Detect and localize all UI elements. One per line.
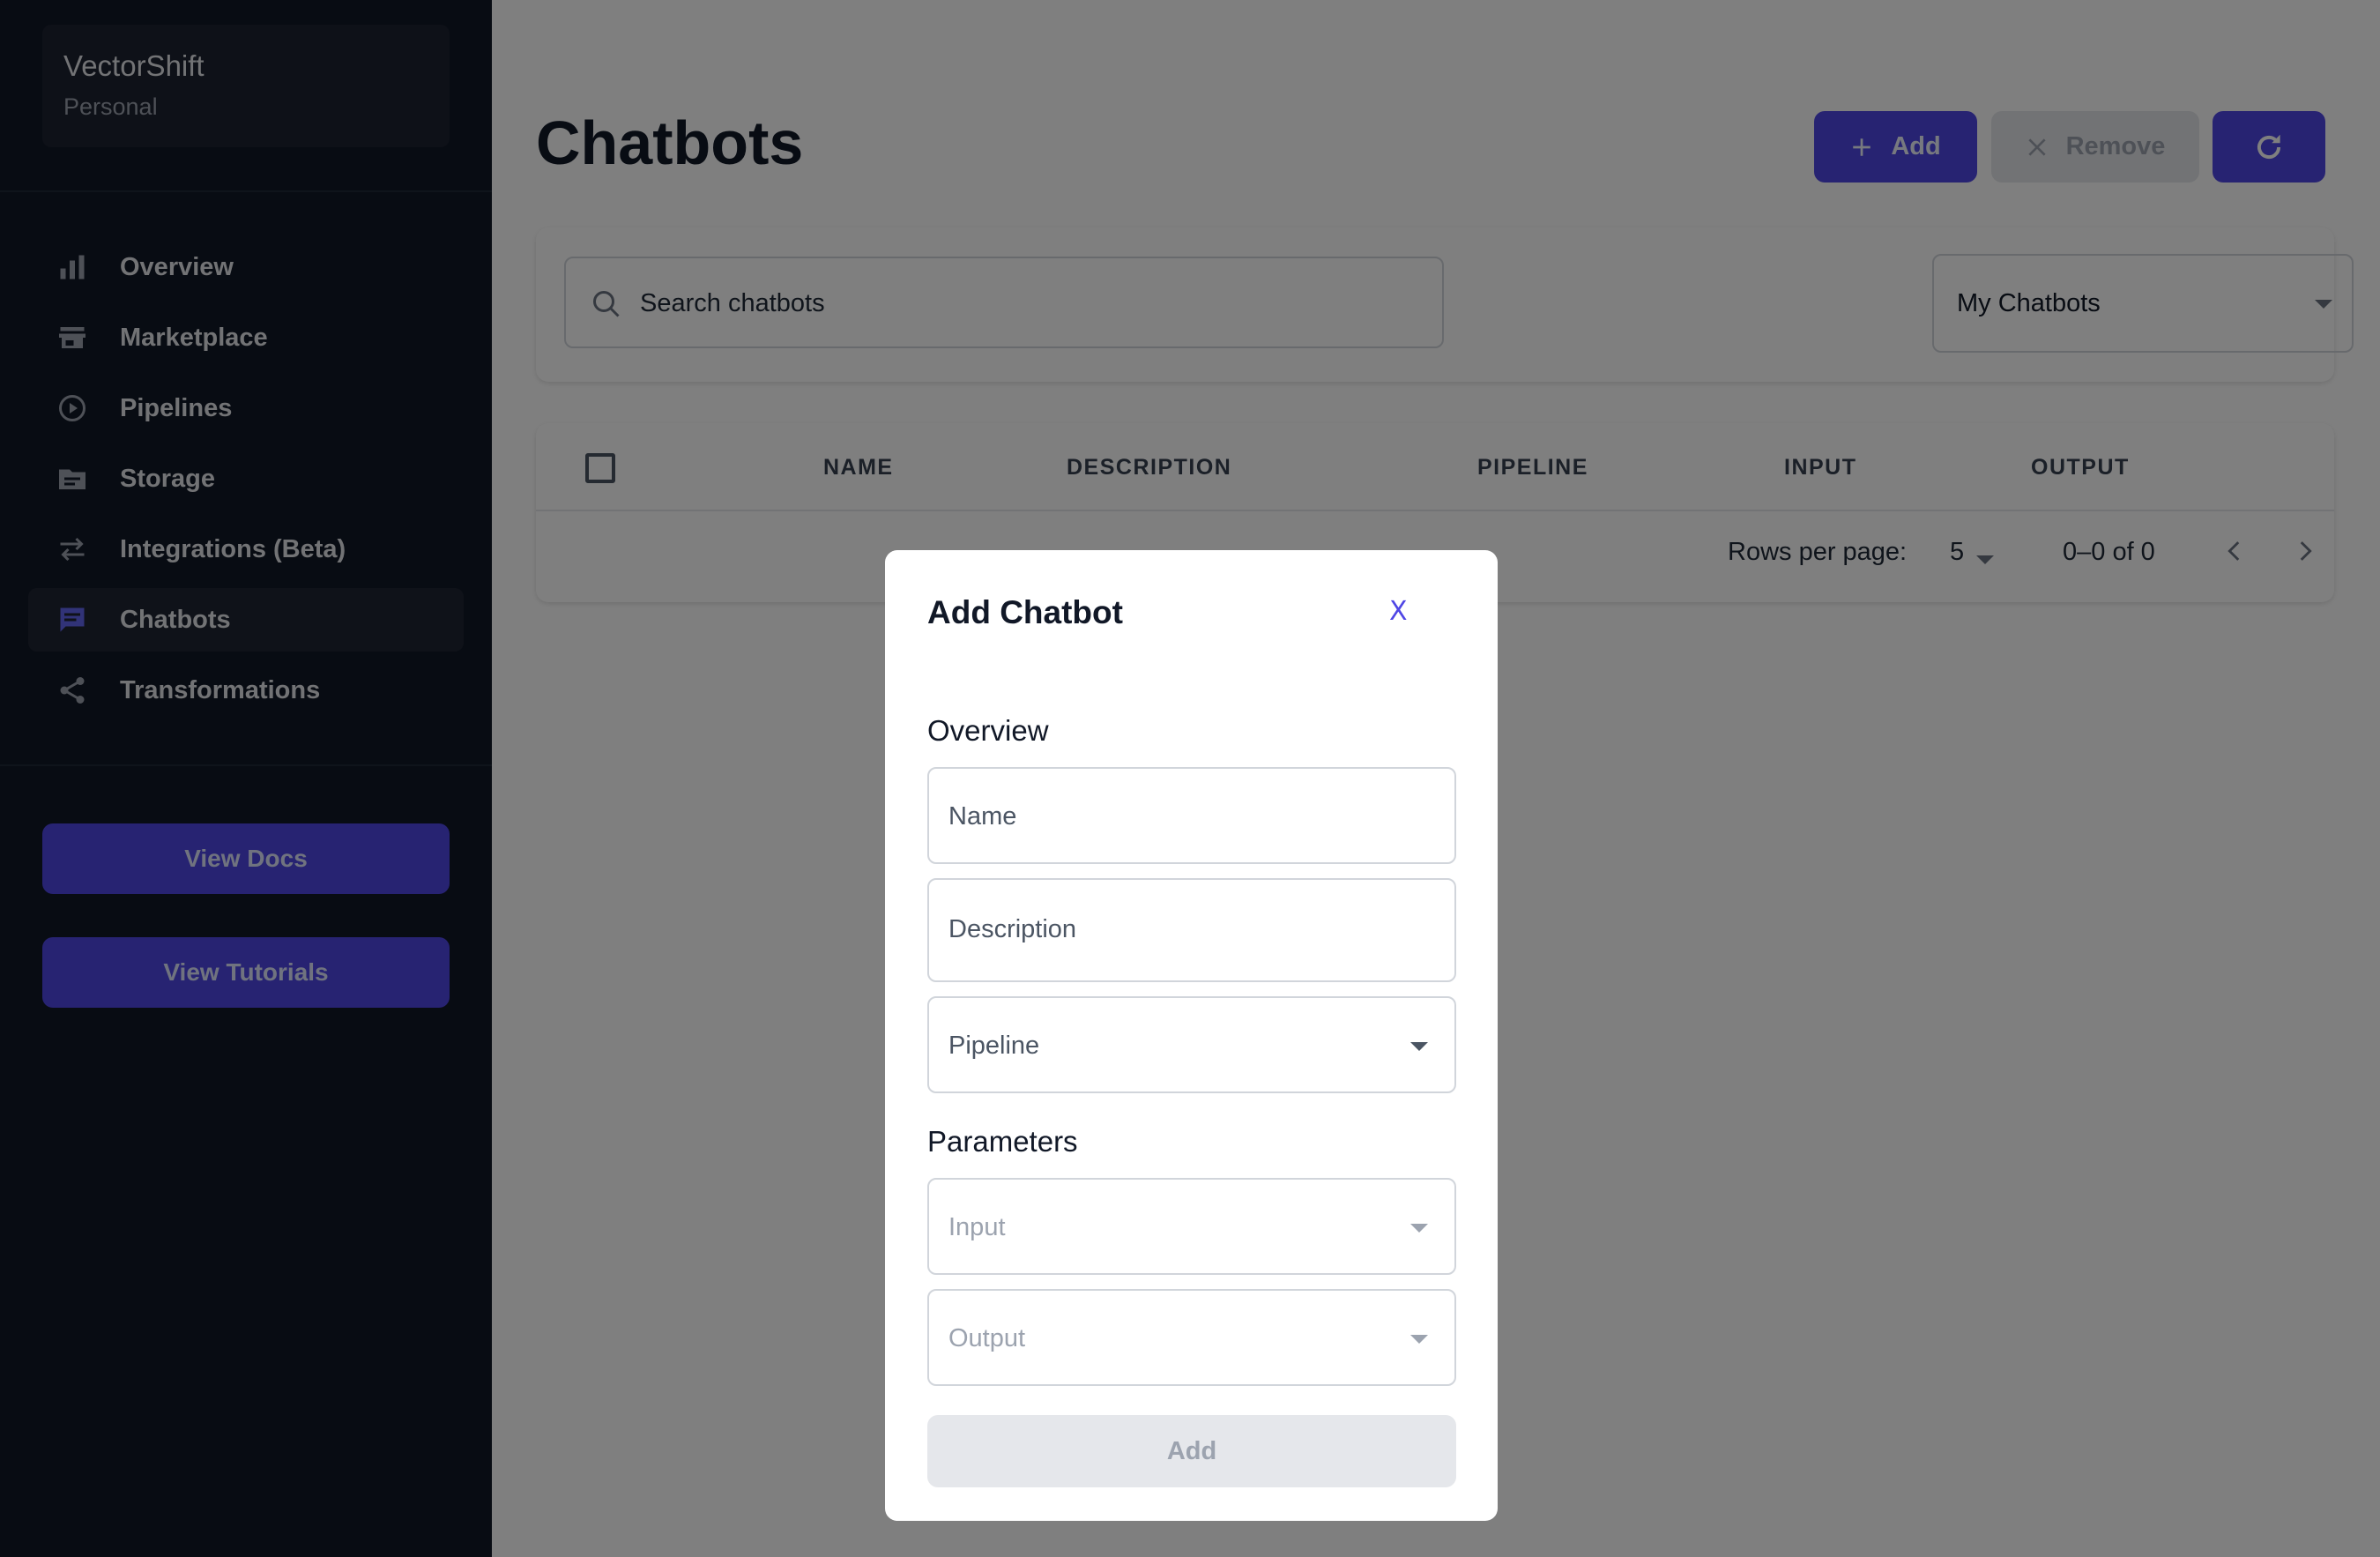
name-field[interactable]: Name [927, 767, 1456, 864]
chevron-down-icon [1410, 1335, 1428, 1344]
description-field[interactable]: Description [927, 878, 1456, 982]
overview-section-label: Overview [927, 714, 1049, 747]
chevron-down-icon [1410, 1224, 1428, 1233]
pipeline-placeholder: Pipeline [948, 1032, 1040, 1060]
chevron-down-icon [1410, 1042, 1428, 1051]
input-select[interactable]: Input [927, 1178, 1456, 1275]
name-placeholder: Name [948, 802, 1017, 831]
description-placeholder: Description [948, 915, 1077, 943]
dialog-title: Add Chatbot [927, 594, 1123, 630]
output-select[interactable]: Output [927, 1289, 1456, 1386]
pipeline-select[interactable]: Pipeline [927, 996, 1456, 1093]
submit-add-button[interactable]: Add [927, 1415, 1456, 1487]
parameters-section-label: Parameters [927, 1125, 1078, 1158]
input-placeholder: Input [948, 1213, 1006, 1241]
add-chatbot-dialog: Add Chatbot X Overview Name Description … [885, 550, 1498, 1521]
close-dialog-button[interactable]: X [1389, 596, 1408, 627]
output-placeholder: Output [948, 1324, 1026, 1352]
